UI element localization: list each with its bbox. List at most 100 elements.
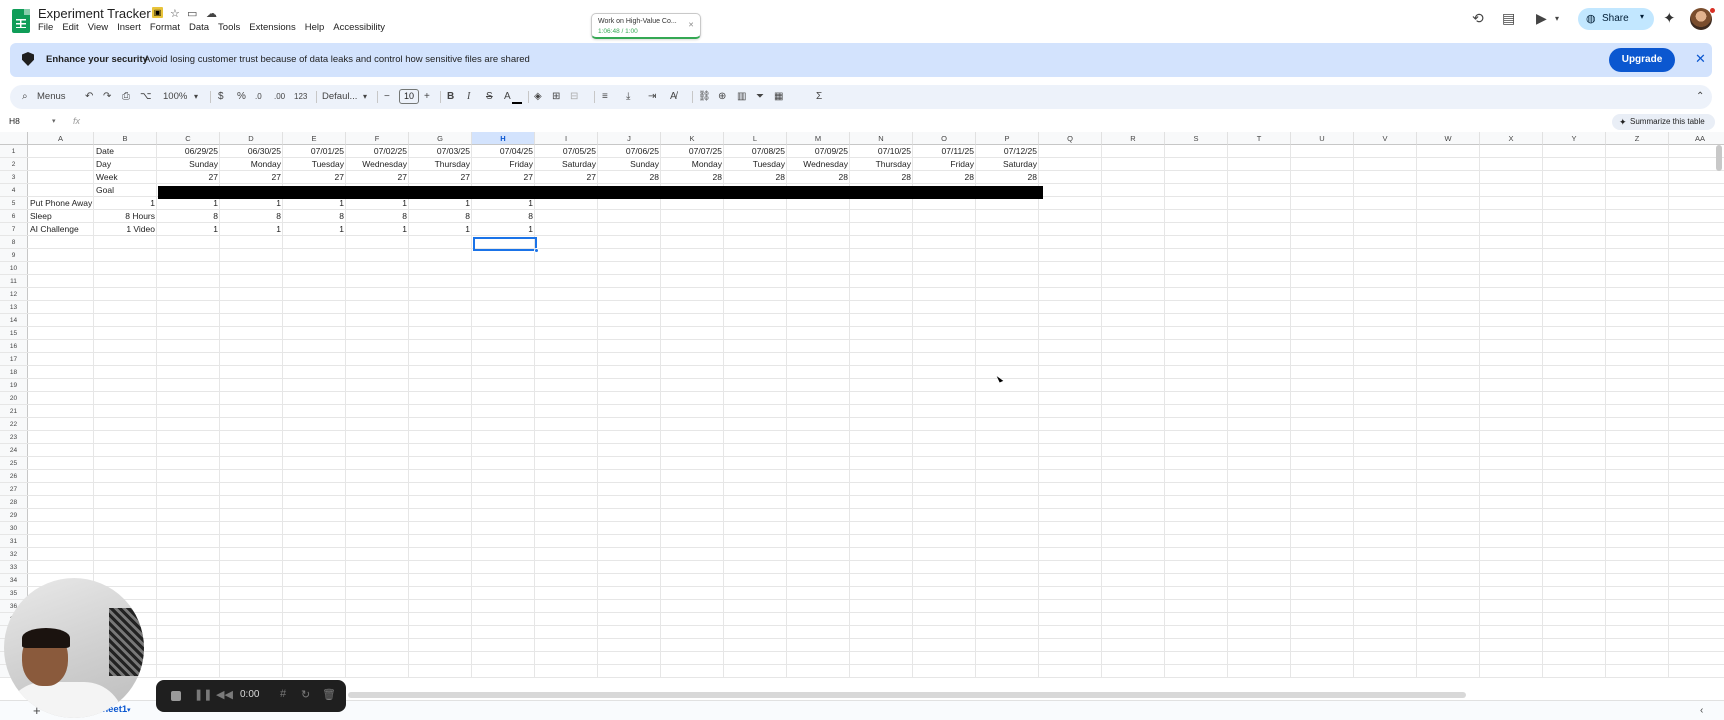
column-header-w[interactable]: W <box>1417 132 1480 145</box>
habit-value-cell[interactable]: 8 <box>157 210 220 223</box>
font-select[interactable]: Defaul... <box>322 90 357 104</box>
habit-value-cell[interactable]: 1 <box>409 223 472 236</box>
column-header-g[interactable]: G <box>409 132 472 145</box>
cell-area[interactable]: Date 06/29/25 06/30/25 07/01/25 07/02/25 07/0… <box>0 145 1724 678</box>
sheets-logo-icon[interactable] <box>12 9 30 33</box>
move-folder-icon[interactable]: ▭ <box>187 7 197 20</box>
close-icon[interactable]: ✕ <box>1695 51 1706 67</box>
day-cell[interactable]: Tuesday <box>283 158 346 171</box>
column-header-b[interactable]: B <box>94 132 157 145</box>
summarize-table-button[interactable]: ✦ Summarize this table <box>1612 114 1715 130</box>
collapse-toolbar-icon[interactable]: ⌃ <box>1696 90 1704 104</box>
date-cell[interactable]: 06/30/25 <box>220 145 283 158</box>
day-cell[interactable]: Sunday <box>598 158 661 171</box>
horizontal-scrollbar[interactable] <box>348 692 1466 698</box>
menu-file[interactable]: File <box>38 22 53 33</box>
menu-extensions[interactable]: Extensions <box>249 22 295 33</box>
italic-button[interactable]: I <box>467 90 470 104</box>
sheet-tab-caret-icon[interactable]: ▾ <box>127 706 131 714</box>
fill-handle[interactable] <box>534 248 539 253</box>
column-header-h[interactable]: H <box>472 132 535 145</box>
menu-edit[interactable]: Edit <box>62 22 78 33</box>
week-cell[interactable]: 28 <box>787 171 850 184</box>
day-cell[interactable]: Monday <box>220 158 283 171</box>
menu-view[interactable]: View <box>88 22 108 33</box>
column-header-e[interactable]: E <box>283 132 346 145</box>
date-label-cell[interactable]: Date <box>94 145 157 158</box>
date-cell[interactable]: 06/29/25 <box>157 145 220 158</box>
column-header-y[interactable]: Y <box>1543 132 1606 145</box>
strikethrough-button[interactable]: S <box>486 90 493 104</box>
date-cell[interactable]: 07/07/25 <box>661 145 724 158</box>
habit-name-cell[interactable]: Sleep <box>28 210 94 223</box>
habit-goal-cell[interactable]: 1 <box>94 197 157 210</box>
grid-icon[interactable]: # <box>280 688 286 700</box>
goal-label-cell[interactable]: Goal <box>94 184 157 197</box>
focus-timer-widget[interactable]: Work on High-Value Co... 1:06:48 / 1:00 … <box>591 13 701 39</box>
meet-caret-icon[interactable]: ▾ <box>1555 14 1559 23</box>
habit-value-cell[interactable]: 8 <box>220 210 283 223</box>
date-cell[interactable]: 07/10/25 <box>850 145 913 158</box>
zoom-caret-icon[interactable]: ▾ <box>194 90 198 104</box>
undo-icon[interactable]: ↶ <box>85 90 93 104</box>
vertical-align-icon[interactable]: ⤓ <box>626 90 630 104</box>
star-icon[interactable]: ☆ <box>170 7 180 20</box>
print-icon[interactable]: ⎙ <box>122 90 130 104</box>
day-cell[interactable]: Saturday <box>535 158 598 171</box>
column-header-aa[interactable]: AA <box>1669 132 1724 145</box>
percent-format-button[interactable]: % <box>237 90 246 104</box>
bold-button[interactable]: B <box>447 90 454 104</box>
redo-icon[interactable]: ↷ <box>103 90 111 104</box>
column-header-m[interactable]: M <box>787 132 850 145</box>
day-cell[interactable]: Sunday <box>157 158 220 171</box>
week-cell[interactable]: 27 <box>220 171 283 184</box>
column-header-a[interactable]: A <box>28 132 94 145</box>
insert-comment-icon[interactable]: ⊕ <box>718 90 726 104</box>
functions-button[interactable]: Σ <box>816 90 822 104</box>
day-cell[interactable]: Wednesday <box>787 158 850 171</box>
zoom-select[interactable]: 100% <box>163 90 187 104</box>
font-caret-icon[interactable]: ▾ <box>363 90 367 104</box>
week-cell[interactable]: 27 <box>346 171 409 184</box>
menu-format[interactable]: Format <box>150 22 180 33</box>
menu-accessibility[interactable]: Accessibility <box>333 22 385 33</box>
week-cell[interactable]: 28 <box>724 171 787 184</box>
habit-value-cell[interactable]: 8 <box>283 210 346 223</box>
insert-chart-icon[interactable]: ▥ <box>737 90 746 104</box>
day-cell[interactable]: Wednesday <box>346 158 409 171</box>
column-header-l[interactable]: L <box>724 132 787 145</box>
rewind-icon[interactable]: ◀◀ <box>216 688 233 701</box>
day-label-cell[interactable]: Day <box>94 158 157 171</box>
name-box-caret-icon[interactable]: ▾ <box>52 117 56 125</box>
column-header-o[interactable]: O <box>913 132 976 145</box>
date-cell[interactable]: 07/12/25 <box>976 145 1039 158</box>
column-header-u[interactable]: U <box>1291 132 1354 145</box>
week-cell[interactable]: 28 <box>661 171 724 184</box>
search-icon[interactable]: ⌕ <box>22 90 28 104</box>
day-cell[interactable]: Thursday <box>850 158 913 171</box>
gemini-icon[interactable]: ✦ <box>1663 9 1676 27</box>
week-cell[interactable]: 28 <box>850 171 913 184</box>
week-cell[interactable]: 27 <box>535 171 598 184</box>
day-cell[interactable]: Thursday <box>409 158 472 171</box>
date-cell[interactable]: 07/06/25 <box>598 145 661 158</box>
habit-value-cell[interactable]: 8 <box>472 210 535 223</box>
column-header-z[interactable]: Z <box>1606 132 1669 145</box>
menu-insert[interactable]: Insert <box>117 22 141 33</box>
date-cell[interactable]: 07/05/25 <box>535 145 598 158</box>
font-size-increase-icon[interactable]: + <box>424 90 430 104</box>
week-cell[interactable]: 27 <box>409 171 472 184</box>
date-cell[interactable]: 07/02/25 <box>346 145 409 158</box>
history-icon[interactable]: ⟲ <box>1472 10 1484 27</box>
trash-icon[interactable]: 🗑 <box>322 688 336 701</box>
horizontal-align-icon[interactable]: ≡ <box>602 90 608 104</box>
column-header-p[interactable]: P <box>976 132 1039 145</box>
paint-format-icon[interactable]: ⌥ <box>140 90 152 104</box>
fill-color-icon[interactable]: ◈ <box>534 90 542 104</box>
habit-goal-cell[interactable]: 8 Hours <box>94 210 157 223</box>
habit-value-cell[interactable]: 1 <box>472 223 535 236</box>
select-all-corner[interactable] <box>0 132 28 145</box>
text-rotation-icon[interactable]: A̸ <box>670 90 677 104</box>
column-header-r[interactable]: R <box>1102 132 1165 145</box>
search-menus-label[interactable]: Menus <box>37 90 66 104</box>
